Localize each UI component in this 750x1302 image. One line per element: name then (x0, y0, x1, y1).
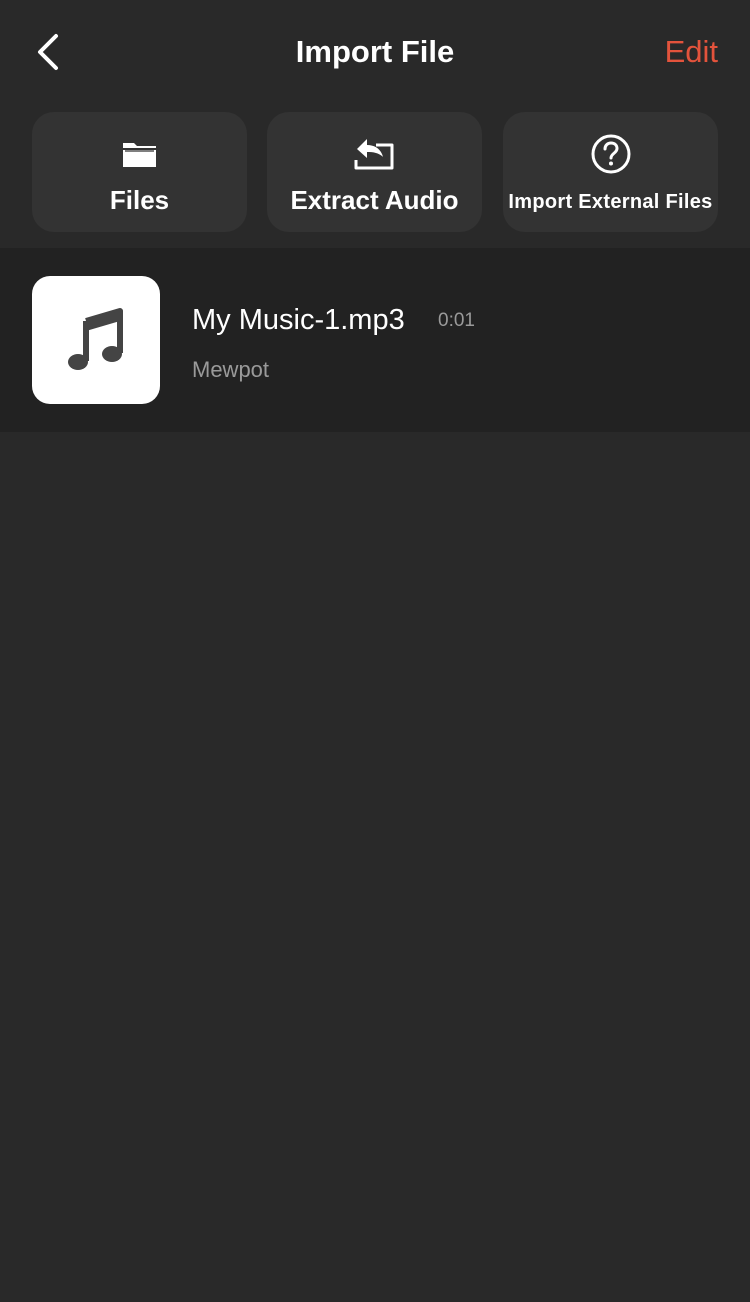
import-external-files-label: Import External Files (508, 191, 713, 213)
edit-button[interactable]: Edit (665, 30, 718, 74)
file-thumbnail (32, 276, 160, 404)
import-file-screen: Import File Edit Files Extract Audio Imp… (0, 0, 750, 1302)
music-note-icon (68, 308, 123, 370)
file-title: My Music-1.mp3 (192, 304, 405, 336)
extract-audio-label: Extract Audio (290, 185, 459, 215)
file-list: My Music-1.mp3 0:01 Mewpot (0, 248, 750, 432)
folder-icon (122, 143, 156, 167)
files-button[interactable]: Files (32, 112, 247, 232)
files-label: Files (109, 185, 170, 215)
import-external-files-button[interactable]: Import External Files (503, 112, 718, 232)
list-item[interactable]: My Music-1.mp3 0:01 Mewpot (0, 248, 750, 432)
file-artist: Mewpot (192, 357, 270, 382)
extract-audio-icon (354, 139, 393, 170)
extract-audio-button[interactable]: Extract Audio (267, 112, 482, 232)
page-title: Import File (295, 34, 455, 69)
header: Import File Edit (0, 0, 750, 104)
file-duration: 0:01 (438, 310, 475, 331)
import-actions: Files Extract Audio Import External File… (32, 112, 718, 232)
help-circle-icon (591, 134, 630, 174)
